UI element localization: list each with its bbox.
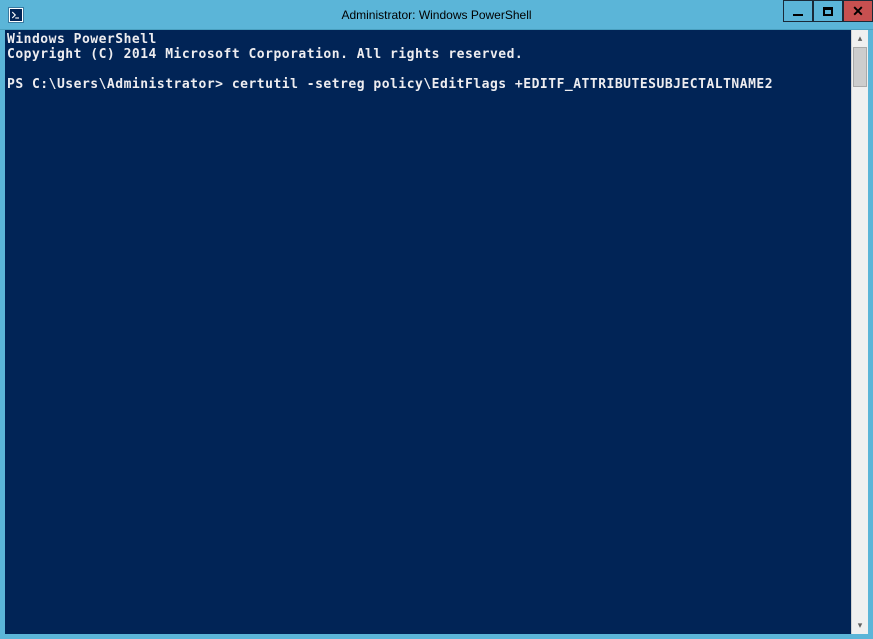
minimize-button[interactable]: [783, 0, 813, 22]
maximize-icon: [823, 7, 833, 16]
console-output[interactable]: Windows PowerShellCopyright (C) 2014 Mic…: [5, 30, 851, 634]
scroll-up-arrow-icon[interactable]: ▴: [852, 30, 868, 47]
console-prompt-line: PS C:\Users\Administrator> certutil -set…: [5, 77, 851, 92]
maximize-button[interactable]: [813, 0, 843, 22]
console-command: certutil -setreg policy\EditFlags +EDITF…: [232, 77, 773, 92]
window-title: Administrator: Windows PowerShell: [341, 8, 531, 22]
powershell-icon: [8, 7, 24, 23]
scroll-track[interactable]: [852, 47, 868, 617]
close-button[interactable]: ✕: [843, 0, 873, 22]
console-copyright-line: Copyright (C) 2014 Microsoft Corporation…: [5, 47, 851, 62]
titlebar: Administrator: Windows PowerShell ✕: [0, 0, 873, 30]
close-icon: ✕: [852, 4, 864, 18]
console-blank-line: [5, 62, 851, 77]
minimize-icon: [793, 13, 803, 16]
console-container: Windows PowerShellCopyright (C) 2014 Mic…: [5, 30, 868, 634]
scroll-thumb[interactable]: [853, 47, 867, 87]
vertical-scrollbar[interactable]: ▴ ▾: [851, 30, 868, 634]
scroll-down-arrow-icon[interactable]: ▾: [852, 617, 868, 634]
console-prompt: PS C:\Users\Administrator>: [7, 77, 224, 92]
window-controls: ✕: [783, 0, 873, 22]
console-header-line: Windows PowerShell: [5, 32, 851, 47]
